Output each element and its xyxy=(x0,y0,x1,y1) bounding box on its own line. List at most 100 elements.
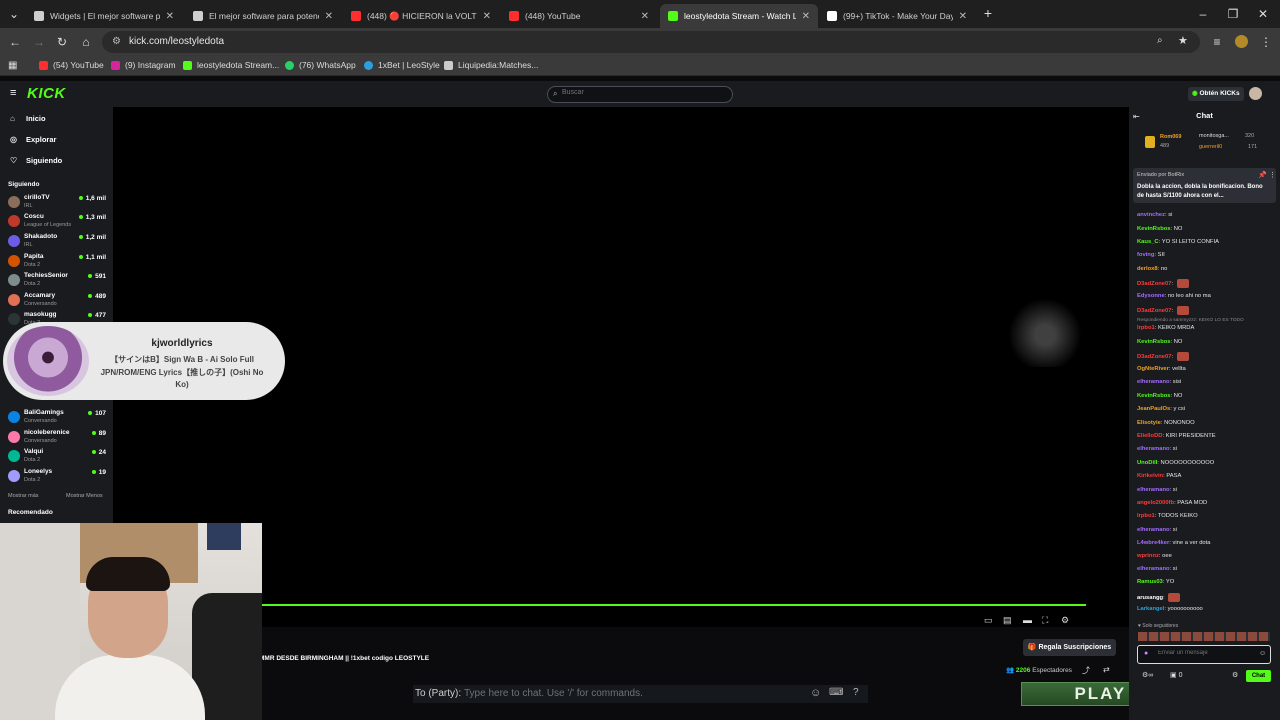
share-icon[interactable]: ⤴ xyxy=(1082,665,1090,676)
bookmark-item[interactable]: (54) YouTube xyxy=(39,60,104,70)
chat-settings-icon[interactable]: ⚙∞ xyxy=(1142,671,1153,679)
emoji-icon[interactable]: ☺ xyxy=(810,687,821,699)
party-chat-bar[interactable]: To (Party): Type here to chat. Use '/' f… xyxy=(413,685,868,703)
settings-gear-icon[interactable]: ⚙ xyxy=(1061,615,1069,626)
browser-tab[interactable]: (99+) TikTok - Make Your Day ✕ xyxy=(819,4,975,28)
user-avatar[interactable] xyxy=(1249,87,1262,100)
channel-item[interactable]: TechiesSenior Dota 2 591 xyxy=(8,272,108,290)
gear-icon[interactable]: ⚙ xyxy=(1232,671,1238,679)
window-close-icon[interactable]: ✕ xyxy=(1256,7,1270,21)
channel-item[interactable]: Papita Dota 2 1,1 mil xyxy=(8,253,108,271)
miniplayer-icon[interactable]: ▭ xyxy=(984,615,993,626)
chat-username[interactable]: Larkangel xyxy=(1137,606,1164,612)
close-icon[interactable]: ✕ xyxy=(483,11,491,22)
chat-username[interactable]: elheramano xyxy=(1137,527,1170,533)
chat-username[interactable]: wprinnz xyxy=(1137,553,1159,559)
nav-following[interactable]: ♡ Siguiendo xyxy=(10,156,62,165)
show-more-link[interactable]: Mostrar más xyxy=(8,493,39,499)
tab-search-icon[interactable]: ⌄ xyxy=(7,7,21,21)
chat-username[interactable]: D3adZone07 xyxy=(1137,354,1171,360)
home-icon[interactable]: ⌂ xyxy=(79,35,93,49)
channel-item[interactable]: Coscu League of Legends 1,3 mil xyxy=(8,213,108,231)
channel-item[interactable]: Accamary Conversando 489 xyxy=(8,292,108,310)
restore-icon[interactable]: ❐ xyxy=(1226,7,1240,21)
chat-username[interactable]: elheramano xyxy=(1137,379,1170,385)
chat-username[interactable]: Kaus_C xyxy=(1137,239,1159,245)
reload-icon[interactable]: ↻ xyxy=(55,35,69,49)
channel-item[interactable]: cirilloTV IRL 1,6 mil xyxy=(8,194,108,212)
chat-username[interactable]: lrpbo1 xyxy=(1137,513,1155,519)
clip-icon[interactable]: ▤ xyxy=(1003,615,1012,626)
emoji-picker-icon[interactable]: ☺ xyxy=(1259,650,1266,657)
theater-mode-icon[interactable]: ▬ xyxy=(1023,615,1032,625)
fullscreen-icon[interactable]: ⛶ xyxy=(1042,615,1048,626)
bookmark-star-icon[interactable]: ★ xyxy=(1178,34,1188,47)
zoom-icon[interactable]: ⌕ xyxy=(1157,35,1163,46)
chat-username[interactable]: Kirikelvin xyxy=(1137,473,1163,479)
chat-send-button[interactable]: Chat xyxy=(1246,670,1271,682)
bookmark-item[interactable]: (76) WhatsApp xyxy=(285,60,356,70)
nav-explore[interactable]: ◎ Explorar xyxy=(10,135,56,144)
get-kicks-button[interactable]: ◉ Obtén KICKs xyxy=(1188,87,1244,101)
nav-home[interactable]: ⌂ Inicio xyxy=(10,114,46,123)
chat-username[interactable]: elheramano xyxy=(1137,446,1170,452)
search-input[interactable] xyxy=(562,89,722,96)
search-field[interactable]: ⌕ xyxy=(547,86,733,103)
new-tab-button[interactable]: + xyxy=(981,6,995,20)
chat-username[interactable]: ElielloDD xyxy=(1137,433,1162,439)
show-less-link[interactable]: Mostrar Menos xyxy=(66,493,103,499)
chat-username[interactable]: Elisotyie xyxy=(1137,420,1161,426)
chat-username[interactable]: lrpbo1 xyxy=(1137,325,1155,331)
address-bar[interactable]: ⚙ kick.com/leostyledota ⌕ ★ xyxy=(102,31,1200,53)
close-icon[interactable]: ✕ xyxy=(166,11,174,22)
site-info-icon[interactable]: ⚙ xyxy=(112,36,121,47)
chat-username[interactable]: anvinchez xyxy=(1137,212,1165,218)
close-icon[interactable]: ✕ xyxy=(959,11,967,22)
chat-username[interactable]: JeanPaulOs xyxy=(1137,406,1170,412)
gift-subscriptions-button[interactable]: 🎁 Regala Suscripciones xyxy=(1023,639,1116,656)
chat-username[interactable]: UnoDilI xyxy=(1137,460,1157,466)
bookmark-item[interactable]: (9) Instagram xyxy=(111,60,176,70)
chat-username[interactable]: derlox8 xyxy=(1137,266,1158,272)
browser-tab[interactable]: (448) 🔴 HICIERON la VOLTIS 💀 ✕ xyxy=(343,4,499,28)
chat-username[interactable]: KevinRsbos xyxy=(1137,226,1171,232)
forward-icon[interactable]: → xyxy=(32,35,46,49)
channel-item[interactable]: BaliGamings Conversando 107 xyxy=(8,409,108,427)
chat-username[interactable]: KevinRsbos xyxy=(1137,339,1171,345)
browser-tab[interactable]: Widgets | El mejor software pa ✕ xyxy=(26,4,182,28)
browser-menu-icon[interactable]: ⋮ xyxy=(1259,35,1273,49)
kick-logo[interactable]: KICK xyxy=(27,85,66,102)
chat-username[interactable]: Ramus03 xyxy=(1137,579,1163,585)
bookmark-item[interactable]: 1xBet | LeoStyle xyxy=(364,60,440,70)
bookmark-item[interactable]: Liquipedia:Matches... xyxy=(444,60,538,70)
chat-wheel-icon[interactable]: ⌨ xyxy=(829,687,843,698)
browser-tab[interactable]: (448) YouTube ✕ xyxy=(501,4,657,28)
chat-username[interactable]: arusangg xyxy=(1137,595,1163,601)
close-icon[interactable]: ✕ xyxy=(325,11,333,22)
chat-input-field[interactable]: ● ☺ xyxy=(1137,645,1271,664)
kebab-icon[interactable]: ⋮ xyxy=(1269,171,1276,179)
hamburger-menu-icon[interactable]: ≡ xyxy=(10,87,16,99)
more-options-icon[interactable]: ⇄ xyxy=(1103,665,1110,674)
browser-tab-active[interactable]: leostyledota Stream - Watch Li ✕ xyxy=(660,4,818,28)
apps-grid-icon[interactable]: ▦ xyxy=(8,60,17,71)
media-controls-icon[interactable]: ≡ xyxy=(1210,35,1224,49)
bookmark-item[interactable]: leostyledota Stream... xyxy=(183,60,279,70)
chat-username[interactable]: OgNteRiver xyxy=(1137,366,1169,372)
video-progress-bar[interactable] xyxy=(262,604,1086,606)
chat-username[interactable]: elheramano xyxy=(1137,487,1170,493)
profile-avatar[interactable] xyxy=(1235,35,1248,48)
chat-username[interactable]: elheramano xyxy=(1137,566,1170,572)
back-icon[interactable]: ← xyxy=(8,35,22,49)
browser-tab[interactable]: El mejor software para potencia ✕ xyxy=(185,4,341,28)
close-icon[interactable]: ✕ xyxy=(641,11,649,22)
chat-username[interactable]: D3adZone07 xyxy=(1137,308,1171,314)
channel-item[interactable]: Valqui Dota 2 24 xyxy=(8,448,108,466)
chat-username[interactable]: foving xyxy=(1137,252,1154,258)
minimize-icon[interactable]: – xyxy=(1196,7,1210,21)
help-icon[interactable]: ? xyxy=(853,687,859,698)
pin-icon[interactable]: 📌 xyxy=(1258,171,1267,179)
chat-username[interactable]: L4wbre4ker xyxy=(1137,540,1169,546)
channel-item[interactable]: Loneelys Dota 2 19 xyxy=(8,468,108,486)
channel-item[interactable]: nicoleberenice Conversando 89 xyxy=(8,429,108,447)
